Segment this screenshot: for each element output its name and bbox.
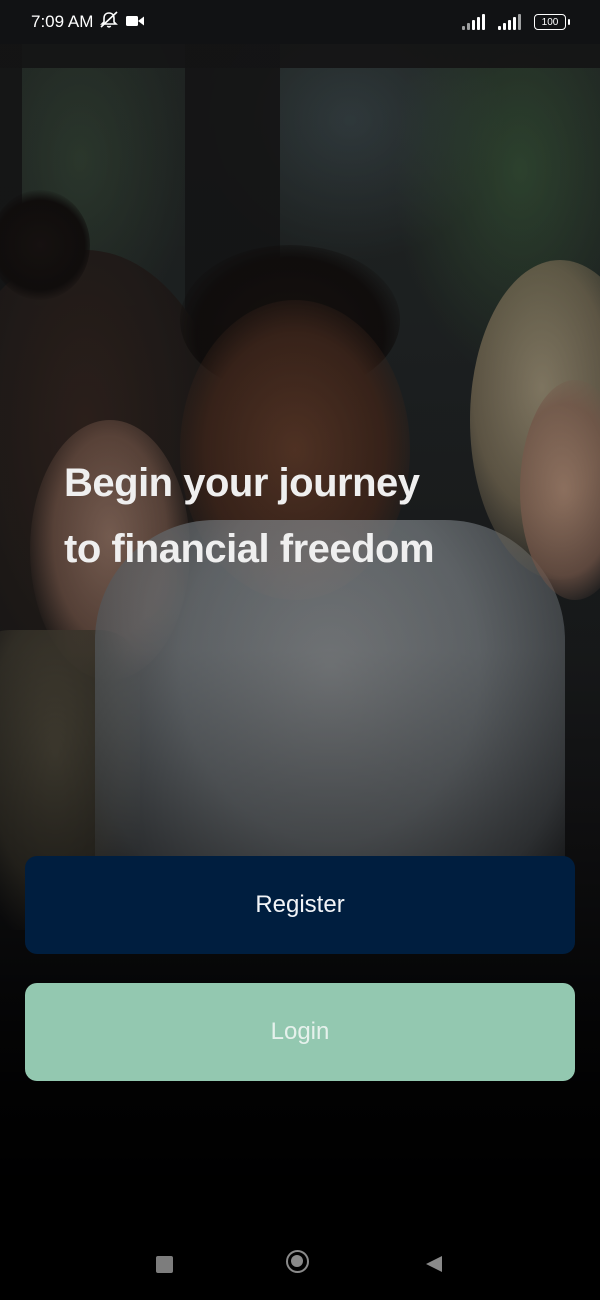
signal-icon: [498, 14, 526, 30]
login-button[interactable]: Login: [25, 983, 575, 1081]
signal-icon: [462, 14, 490, 30]
register-button-label: Register: [255, 891, 345, 918]
login-button-label: Login: [270, 1018, 330, 1045]
onboarding-screen: 7:09 AM 100 Begin your journey to financ…: [0, 0, 600, 1300]
status-left-icons: [99, 11, 145, 33]
video-camera-icon: [125, 13, 145, 32]
muted-bell-icon: [99, 11, 119, 33]
status-time: 7:09 AM: [31, 12, 94, 31]
register-button[interactable]: Register: [25, 856, 575, 954]
status-bar: 7:09 AM 100: [0, 0, 600, 44]
hero-headline: Begin your journey to financial freedom: [64, 450, 564, 582]
headline-line-2: to financial freedom: [64, 527, 435, 571]
recents-square-icon[interactable]: [156, 1256, 173, 1273]
battery-level: 100: [541, 16, 559, 28]
back-triangle-icon[interactable]: [424, 1254, 444, 1274]
navigation-bar: [0, 1228, 600, 1300]
home-circle-icon[interactable]: [286, 1250, 309, 1273]
dark-overlay: [0, 0, 600, 1300]
headline-line-1: Begin your journey: [64, 461, 420, 505]
battery-icon: 100: [534, 14, 570, 30]
status-right-icons: 100: [462, 14, 570, 30]
